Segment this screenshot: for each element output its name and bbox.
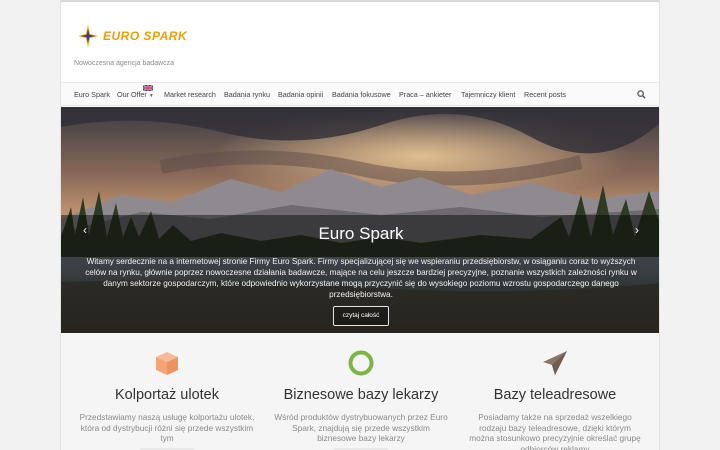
logo[interactable]: EURO SPARK: [77, 24, 187, 48]
hero-title: Euro Spark: [318, 224, 404, 243]
uk-flag-icon[interactable]: [143, 85, 153, 91]
nav-item-euro-spark[interactable]: Euro Spark: [74, 83, 110, 107]
feature-bazy-teleadresowe: Bazy teleadresowe Posiadamy także na spr…: [455, 333, 655, 450]
feature-title[interactable]: Biznesowe bazy lekarzy: [261, 387, 461, 403]
feature-bazy-lekarzy: Biznesowe bazy lekarzy Wśród produktów d…: [261, 333, 461, 450]
nav-item-market-research[interactable]: Market research: [164, 83, 216, 107]
read-more-button[interactable]: czytaj całość: [333, 306, 389, 326]
tagline: Nowoczesna agencja badawcza: [74, 60, 175, 67]
features-section: Kolportaż ulotek Przedstawiamy naszą usł…: [61, 333, 659, 450]
nav-item-badania-fokusowe[interactable]: Badania fokusowe: [332, 83, 391, 107]
caret-down-icon: ▼: [148, 93, 154, 99]
feature-title[interactable]: Kolportaż ulotek: [67, 387, 267, 403]
nav-item-badania-opinii[interactable]: Badania opinii: [278, 83, 323, 107]
feature-title[interactable]: Bazy teleadresowe: [455, 387, 655, 403]
star-logo-icon: [78, 25, 98, 47]
nav-item-tajemniczy-klient[interactable]: Tajemniczy klient: [461, 83, 515, 107]
feature-kolportaz: Kolportaż ulotek Przedstawiamy naszą usł…: [67, 333, 267, 450]
box-icon: [156, 352, 178, 375]
ring-icon: [348, 350, 374, 376]
logo-text: EURO SPARK: [103, 29, 188, 43]
feature-text: Wśród produktów dystrybuowanych przez Eu…: [274, 412, 448, 443]
hero-slider: ‹ › Euro Spark Witamy serdecznie na a in…: [61, 107, 659, 333]
hero-text: Witamy serdecznie na a internetowej stro…: [85, 257, 637, 299]
search-icon[interactable]: [637, 90, 646, 99]
nav-item-badania-rynku[interactable]: Badania rynku: [224, 83, 270, 107]
main-nav: Euro Spark Our Offer ▼ Market research Ba…: [61, 82, 659, 107]
nav-item-praca-ankieter[interactable]: Praca – ankieter: [399, 83, 451, 107]
feature-text: Posiadamy także na sprzedaż wszelkiego r…: [469, 412, 641, 450]
feature-text: Przedstawiamy naszą usługę kolportażu ul…: [79, 412, 255, 443]
top-border: [61, 0, 659, 2]
paper-plane-icon: [543, 351, 567, 375]
nav-item-label: Our Offer: [117, 90, 147, 99]
page: EURO SPARK Nowoczesna agencja badawcza E…: [60, 0, 660, 450]
nav-item-recent-posts[interactable]: Recent posts: [524, 83, 566, 107]
